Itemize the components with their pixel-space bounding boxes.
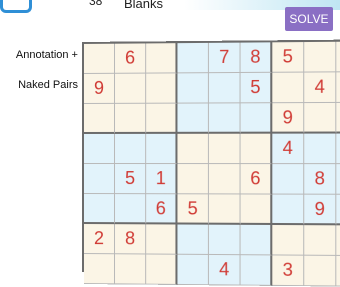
sudoku-cell[interactable] bbox=[146, 104, 177, 134]
sudoku-cell[interactable] bbox=[146, 134, 177, 164]
sudoku-cell[interactable] bbox=[272, 225, 304, 256]
sudoku-cell[interactable] bbox=[336, 72, 340, 103]
sudoku-cell[interactable] bbox=[336, 164, 340, 195]
sudoku-cell[interactable] bbox=[177, 73, 208, 103]
sudoku-cell[interactable] bbox=[209, 103, 241, 133]
sudoku-cell[interactable]: 1 bbox=[146, 164, 177, 194]
sudoku-cell[interactable] bbox=[177, 103, 208, 133]
sudoku-cell[interactable]: 6 bbox=[241, 164, 273, 194]
sudoku-cell[interactable] bbox=[115, 74, 146, 104]
sudoku-cell[interactable] bbox=[84, 44, 115, 74]
sudoku-cell[interactable] bbox=[304, 256, 336, 287]
blanks-label: Blanks bbox=[124, 0, 163, 11]
sudoku-cell[interactable] bbox=[272, 73, 304, 104]
sudoku-cell[interactable] bbox=[304, 134, 336, 165]
sudoku-cell[interactable] bbox=[84, 254, 115, 284]
sudoku-cell[interactable] bbox=[209, 164, 241, 194]
sudoku-cell[interactable] bbox=[115, 134, 146, 164]
sudoku-cell[interactable] bbox=[241, 255, 273, 286]
sudoku-cell[interactable]: 5 bbox=[272, 42, 304, 73]
sudoku-cell[interactable]: 9 bbox=[304, 195, 336, 226]
sudoku-grid: 67859549451686592843 bbox=[82, 40, 340, 275]
sudoku-cell[interactable] bbox=[209, 73, 241, 103]
sudoku-cell[interactable] bbox=[336, 195, 340, 226]
sudoku-cell[interactable]: 6 bbox=[115, 43, 146, 73]
sudoku-cell[interactable] bbox=[209, 225, 241, 256]
sudoku-cell[interactable]: 4 bbox=[272, 134, 304, 165]
annotation-option[interactable]: Annotation + bbox=[16, 49, 78, 61]
sudoku-cell[interactable]: 2 bbox=[84, 224, 115, 254]
top-bar: 38 Blanks SOLVE bbox=[0, 0, 340, 36]
sudoku-cell[interactable]: 8 bbox=[304, 164, 336, 195]
sudoku-cell[interactable] bbox=[115, 254, 146, 284]
sudoku-cell[interactable]: 4 bbox=[304, 72, 336, 103]
sudoku-cell[interactable] bbox=[336, 133, 340, 164]
sudoku-cell[interactable] bbox=[336, 103, 340, 134]
sudoku-cell[interactable]: 4 bbox=[209, 255, 241, 286]
sudoku-cell[interactable] bbox=[336, 225, 340, 256]
sudoku-cell[interactable] bbox=[177, 134, 208, 164]
sudoku-cell[interactable]: 5 bbox=[241, 73, 273, 104]
sudoku-cell[interactable] bbox=[84, 104, 115, 134]
sudoku-cell[interactable] bbox=[146, 43, 177, 73]
sudoku-cell[interactable] bbox=[209, 134, 241, 164]
sudoku-cell[interactable] bbox=[304, 42, 336, 73]
sudoku-cell[interactable] bbox=[241, 194, 273, 225]
sudoku-cell[interactable] bbox=[241, 103, 273, 134]
sudoku-cell[interactable] bbox=[115, 104, 146, 134]
sudoku-cell[interactable] bbox=[146, 224, 177, 254]
sudoku-cell[interactable]: 3 bbox=[272, 255, 304, 286]
sudoku-cell[interactable]: 9 bbox=[272, 103, 304, 134]
sudoku-cell[interactable]: 5 bbox=[177, 194, 208, 224]
sudoku-cell[interactable] bbox=[146, 73, 177, 103]
sudoku-cell[interactable] bbox=[272, 164, 304, 195]
blank-count: 38 bbox=[89, 0, 102, 8]
sudoku-cell[interactable] bbox=[304, 225, 336, 256]
naked-pairs-option[interactable]: Naked Pairs bbox=[18, 79, 78, 91]
sudoku-cell[interactable]: 8 bbox=[241, 42, 273, 73]
sudoku-cell[interactable] bbox=[241, 225, 273, 256]
sudoku-cell[interactable]: 7 bbox=[209, 43, 241, 74]
sudoku-cell[interactable]: 8 bbox=[115, 224, 146, 254]
sudoku-cell[interactable] bbox=[209, 194, 241, 224]
sudoku-cell[interactable] bbox=[241, 134, 273, 164]
sudoku-cell[interactable] bbox=[177, 43, 208, 73]
sudoku-cell[interactable] bbox=[84, 194, 115, 224]
sudoku-cell[interactable]: 6 bbox=[146, 194, 177, 224]
sudoku-cell[interactable] bbox=[177, 224, 208, 254]
sudoku-cell[interactable] bbox=[336, 41, 340, 72]
sudoku-cell[interactable]: 9 bbox=[84, 74, 115, 104]
sudoku-cell[interactable] bbox=[272, 195, 304, 226]
sudoku-cell[interactable] bbox=[304, 103, 336, 134]
sudoku-cell[interactable] bbox=[84, 164, 115, 194]
app-logo-icon[interactable] bbox=[0, 0, 32, 13]
sudoku-cell[interactable]: 5 bbox=[115, 164, 146, 194]
sudoku-cell[interactable] bbox=[115, 194, 146, 224]
sudoku-cell[interactable] bbox=[177, 164, 208, 194]
sudoku-cell[interactable] bbox=[84, 134, 115, 164]
sudoku-cell[interactable] bbox=[336, 256, 340, 287]
solve-button[interactable]: SOLVE bbox=[285, 7, 333, 31]
